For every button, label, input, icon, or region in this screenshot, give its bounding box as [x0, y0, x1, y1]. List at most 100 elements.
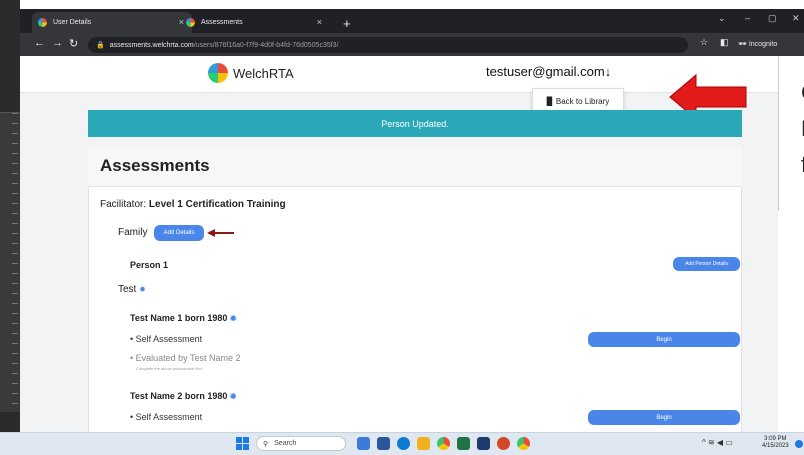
notification-badge[interactable]: [795, 440, 803, 448]
tab-close-icon[interactable]: ×: [317, 17, 322, 27]
tab-label: Assessments: [201, 19, 243, 26]
search-icon: ⚲: [263, 440, 269, 448]
ruler-tick: [12, 303, 18, 304]
ruler-tick: [12, 163, 18, 164]
ruler-tick: [12, 123, 18, 124]
url-field[interactable]: 🔒 assessments.welchrta.com/users/876f16a…: [88, 37, 688, 53]
brand-name[interactable]: WelchRTA: [233, 66, 294, 81]
url-host: assessments.welchrta.com: [109, 41, 194, 49]
gear-icon[interactable]: ✹: [139, 285, 146, 294]
ruler-tick: [12, 133, 18, 134]
ruler-tick: [12, 203, 18, 204]
back-to-library-link[interactable]: Back to Library: [556, 97, 609, 106]
side-panel-icon[interactable]: ◧: [720, 37, 729, 48]
site-header: [20, 56, 778, 93]
app-icon[interactable]: [497, 437, 510, 450]
ruler-tick: [12, 233, 18, 234]
vertical-ruler: [0, 112, 20, 412]
close-window-icon[interactable]: ✕: [792, 13, 800, 24]
chevron-down-icon[interactable]: ⌄: [718, 13, 726, 24]
ruler-tick: [12, 393, 18, 394]
clock-time: 3:09 PM: [764, 436, 787, 442]
new-tab-button[interactable]: +: [343, 16, 351, 31]
book-icon: ▉: [546, 97, 553, 106]
back-arrow-icon[interactable]: ←: [34, 37, 45, 49]
user-menu-toggle[interactable]: testuser@gmail.com↓: [486, 64, 611, 79]
self-assessment-item: • Self Assessment: [130, 334, 203, 344]
tab-user-details[interactable]: User Details ×: [32, 12, 192, 33]
chrome-incognito-icon[interactable]: [517, 437, 530, 450]
add-details-button[interactable]: Add Details: [154, 225, 204, 241]
ruler-tick: [12, 363, 18, 364]
file-explorer-icon[interactable]: [417, 437, 430, 450]
facilitator-line: Facilitator: Level 1 Certification Train…: [100, 199, 286, 210]
widgets-icon[interactable]: [357, 437, 370, 450]
ruler-tick: [12, 323, 18, 324]
tab-assessments[interactable]: Assessments ×: [180, 12, 330, 33]
ruler-tick: [12, 243, 18, 244]
incognito-icon: 🕶: [738, 41, 749, 48]
clock-date: 4/15/2023: [762, 443, 789, 449]
taskbar-search[interactable]: ⚲ Search: [256, 436, 346, 451]
incognito-indicator[interactable]: 🕶 Incognito: [738, 40, 777, 48]
status-banner: Person Updated.: [88, 110, 742, 137]
ruler-tick: [12, 273, 18, 274]
gear-icon[interactable]: ✹: [230, 392, 237, 401]
gear-icon[interactable]: ✹: [230, 314, 237, 323]
taskbar-search-label: Search: [274, 440, 297, 447]
ruler-tick: [12, 213, 18, 214]
minimize-icon[interactable]: –: [745, 13, 750, 23]
maximize-icon[interactable]: ▢: [768, 13, 777, 24]
ruler-tick: [12, 263, 18, 264]
ruler-tick: [12, 193, 18, 194]
group-label: Test: [118, 284, 137, 295]
ruler-tick: [12, 253, 18, 254]
person-1-name: Test Name 1 born 1980 ✹: [130, 313, 237, 323]
add-person-details-button[interactable]: Add Person Details: [673, 257, 740, 271]
forward-arrow-icon[interactable]: →: [52, 37, 63, 49]
ruler-tick: [12, 143, 18, 144]
lock-icon: 🔒: [96, 42, 105, 49]
chrome-icon[interactable]: [437, 437, 450, 450]
person-2-label: Test Name 2 born 1980: [130, 391, 228, 401]
windows-start-icon[interactable]: [236, 437, 249, 450]
ruler-tick: [12, 113, 18, 114]
reload-icon[interactable]: ↻: [69, 37, 78, 50]
ruler-tick: [12, 293, 18, 294]
user-email: testuser@gmail.com: [486, 64, 605, 79]
tab-label: User Details: [53, 19, 92, 26]
ruler-tick: [12, 403, 18, 404]
word-icon[interactable]: [377, 437, 390, 450]
person-2-name: Test Name 2 born 1980 ✹: [130, 391, 237, 401]
facilitator-label: Facilitator:: [100, 199, 147, 210]
ruler-tick: [12, 333, 18, 334]
person-1-label: Test Name 1 born 1980: [130, 313, 228, 323]
url-path: /users/876f16a0-f7f9-4d0f-b4fd-76d0505c3…: [193, 41, 339, 49]
evaluated-by-item: • Evaluated by Test Name 2: [130, 353, 241, 363]
begin-button[interactable]: Begin: [588, 332, 740, 347]
app-icon[interactable]: [477, 437, 490, 450]
ruler-tick: [12, 373, 18, 374]
welchrta-logo[interactable]: [208, 63, 228, 83]
taskbar-clock[interactable]: 3:09 PM 4/15/2023: [762, 436, 789, 450]
small-arrow-icon: [207, 229, 234, 237]
welchrta-favicon-icon: [38, 18, 47, 27]
family-label: Family: [118, 227, 148, 238]
ruler-tick: [12, 283, 18, 284]
ruler-tick: [12, 183, 18, 184]
complete-first-note: Complete the above assessment first: [136, 366, 202, 371]
page-title: Assessments: [100, 156, 210, 175]
excel-icon[interactable]: [457, 437, 470, 450]
ruler-tick: [12, 173, 18, 174]
edge-icon[interactable]: [397, 437, 410, 450]
welchrta-favicon-icon: [186, 18, 195, 27]
begin-button[interactable]: Begin: [588, 410, 740, 425]
person-label: Person 1: [130, 260, 169, 270]
facilitator-name: Level 1 Certification Training: [148, 199, 286, 210]
ruler-tick: [12, 153, 18, 154]
incognito-label: Incognito: [748, 41, 778, 48]
star-icon[interactable]: ☆: [700, 37, 708, 48]
caret-down-icon: ↓: [604, 64, 612, 79]
overlay-slide: C L f: [778, 56, 804, 211]
tray-icons[interactable]: ^ ≋ ◀ ▭: [702, 438, 733, 447]
